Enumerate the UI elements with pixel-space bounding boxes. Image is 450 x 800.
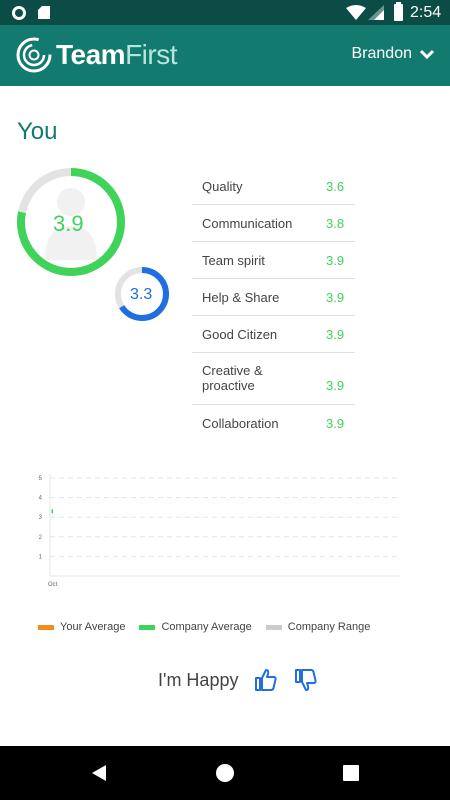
feedback-text: I'm Happy [158,669,239,690]
legend-label: Your Average [60,621,126,633]
chart-legend: Your Average Company Average Company Ran… [38,621,370,633]
legend-swatch-orange [38,624,54,630]
metric-row-creative-proactive: Creative & proactive 3.9 [192,353,355,405]
metric-value: 3.9 [326,378,345,393]
recents-icon[interactable] [343,765,359,781]
section-title: You [17,118,58,145]
legend-company-range[interactable]: Company Range [265,621,371,633]
data-point [51,509,53,514]
metric-value: 3.9 [326,327,345,342]
legend-company-average[interactable]: Company Average [139,621,252,633]
y-tick-label: 2 [39,535,43,541]
metric-row-quality: Quality 3.6 [192,168,355,205]
metric-label: Communication [202,216,293,231]
legend-label: Company Range [287,621,371,633]
chevron-down-icon [420,49,434,59]
battery-icon [394,2,403,21]
system-nav-bar [0,746,450,800]
user-menu[interactable]: Brandon [351,45,434,63]
metric-value: 3.8 [326,216,345,231]
metric-value: 3.9 [326,253,345,268]
x-tick-label: Oct [48,582,58,588]
user-name: Brandon [351,45,413,62]
y-tick-label: 5 [39,476,43,482]
legend-your-average[interactable]: Your Average [38,621,125,633]
metric-row-good-citizen: Good Citizen 3.9 [192,316,355,353]
notification-circle-icon [12,6,26,20]
metric-label: Collaboration [202,416,279,431]
status-bar: 2:54 [0,0,450,25]
secondary-score-value: 3.3 [130,286,153,303]
metric-label: Team spirit [202,253,265,268]
metric-label: Help & Share [202,290,280,305]
metric-row-team-spirit: Team spirit 3.9 [192,242,355,279]
legend-swatch-green [139,624,156,630]
metric-label: Quality [202,179,243,194]
metric-row-communication: Communication 3.8 [192,205,355,242]
metrics-table: Quality 3.6 Communication 3.8 Team spiri… [192,168,355,442]
y-tick-label: 4 [39,496,43,502]
metric-value: 3.9 [326,290,345,305]
thumbs-down-icon[interactable] [294,668,318,692]
cell-signal-icon [368,5,384,20]
overall-score-value: 3.9 [53,211,84,236]
metric-value: 3.6 [326,179,345,194]
thumbs-up-icon[interactable] [254,668,278,692]
teamfirst-logo-icon [16,37,52,73]
sd-card-icon [38,6,50,19]
legend-swatch-gray [265,624,282,630]
home-icon[interactable] [216,764,234,782]
back-icon[interactable] [90,764,108,782]
feedback-row: I'm Happy [158,668,318,692]
brand-name-bold: Team [56,39,126,70]
legend-label: Company Average [161,621,252,633]
metric-label: Good Citizen [202,327,278,342]
metric-row-help-share: Help & Share 3.9 [192,279,355,316]
status-time: 2:54 [410,4,442,21]
y-tick-label: 1 [39,554,43,560]
trend-chart: 1 2 3 4 5 Oct [39,474,400,588]
brand-name-light: First [125,39,178,70]
metric-label: Creative & proactive [202,363,263,393]
wifi-icon [346,5,366,20]
app-bar: TeamFirst Brandon [0,25,450,86]
metric-value: 3.9 [326,416,345,431]
metric-row-collaboration: Collaboration 3.9 [192,405,355,442]
brand-logo[interactable]: TeamFirst [56,39,178,71]
y-tick-label: 3 [39,515,43,521]
